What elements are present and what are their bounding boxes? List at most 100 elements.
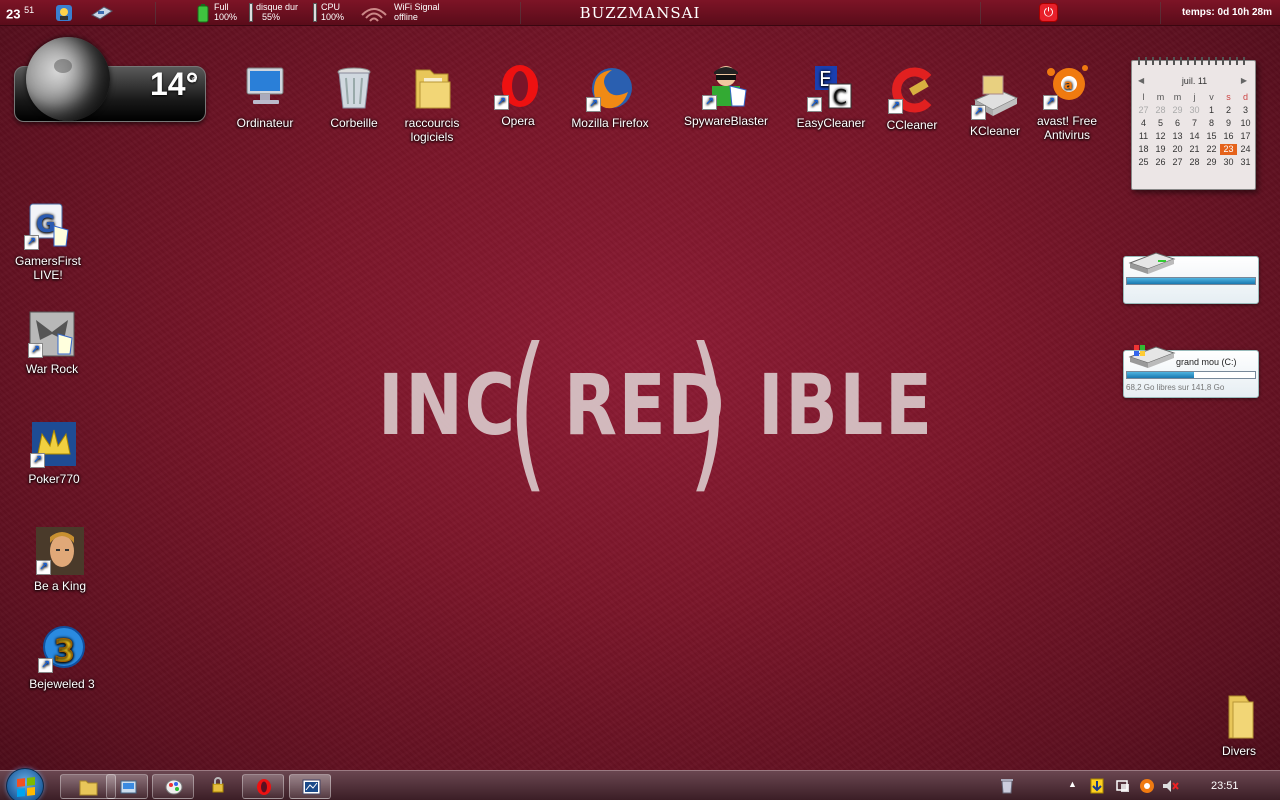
- avast-tray-icon[interactable]: [1139, 778, 1155, 797]
- calendar-day[interactable]: 27: [1135, 105, 1152, 116]
- calendar-day[interactable]: 29: [1169, 105, 1186, 116]
- calendar-weekday: d: [1242, 92, 1248, 102]
- shortcut-arrow-icon: ↗: [38, 658, 53, 673]
- drive-gadget-c[interactable]: grand mou (C:) 68,2 Go libres sur 141,8 …: [1123, 345, 1259, 398]
- calendar-weekday: s: [1226, 92, 1231, 102]
- recycle-bin-tray-icon[interactable]: [1000, 778, 1014, 797]
- desktop-icon-war-rock[interactable]: ↗ War Rock: [7, 310, 97, 376]
- shortcut-arrow-icon: ↗: [702, 95, 717, 110]
- calendar-day[interactable]: 28: [1186, 157, 1203, 168]
- calendar-day[interactable]: 10: [1237, 118, 1254, 129]
- drive-usage-fill: [1127, 278, 1255, 284]
- calendar-day[interactable]: 21: [1186, 144, 1203, 155]
- hard-drive-icon: [1128, 249, 1176, 275]
- calendar-day[interactable]: 13: [1169, 131, 1186, 142]
- calendar-day[interactable]: 31: [1237, 157, 1254, 168]
- desktop-icon-opera[interactable]: ↗ Opera: [473, 62, 563, 128]
- window-icon: [302, 778, 321, 796]
- show-hidden-icons-chevron-icon[interactable]: ▲: [1068, 779, 1077, 789]
- calendar-day[interactable]: 25: [1135, 157, 1152, 168]
- calendar-day[interactable]: 9: [1220, 118, 1237, 129]
- action-center-icon[interactable]: [1115, 778, 1131, 797]
- taskbar-paint[interactable]: [152, 774, 194, 799]
- calendar-weekday: v: [1209, 92, 1214, 102]
- calendar-day[interactable]: 4: [1135, 118, 1152, 129]
- calendar-day[interactable]: 7: [1186, 118, 1203, 129]
- calendar-next-icon[interactable]: ▶: [1241, 76, 1247, 85]
- shortcut-arrow-icon: ↗: [1043, 95, 1058, 110]
- calendar-grid: l m m j v s d 27 28 29 30 1 2 3 4 5 6 7 8 9 10 11 12 13 14 15 16 17…: [1135, 92, 1254, 168]
- drive-usage-track: [1126, 371, 1256, 379]
- volume-muted-icon[interactable]: [1162, 778, 1180, 797]
- taskbar-clock[interactable]: 23:51: [1211, 780, 1239, 792]
- desktop-icon-firefox[interactable]: ↗ Mozilla Firefox: [565, 64, 655, 130]
- taskbar-control-panel[interactable]: [106, 774, 148, 799]
- calendar-day[interactable]: 12: [1152, 131, 1169, 142]
- shortcut-arrow-icon: ↗: [494, 95, 509, 110]
- firefox-icon: ↗: [586, 64, 634, 112]
- calendar-day[interactable]: 20: [1169, 144, 1186, 155]
- start-button[interactable]: [6, 768, 44, 800]
- calendar-day[interactable]: 29: [1203, 157, 1220, 168]
- calendar-day[interactable]: 2: [1220, 105, 1237, 116]
- desktop-icon-ordinateur[interactable]: Ordinateur: [220, 64, 310, 130]
- svg-text:G: G: [36, 210, 56, 238]
- temperature-unit: c: [192, 74, 197, 84]
- calendar-day[interactable]: 27: [1169, 157, 1186, 168]
- calendar-day[interactable]: 19: [1152, 144, 1169, 155]
- calendar-day[interactable]: 14: [1186, 131, 1203, 142]
- calendar-day[interactable]: 28: [1152, 105, 1169, 116]
- drive-usage-fill: [1127, 372, 1194, 378]
- calendar-day[interactable]: 15: [1203, 131, 1220, 142]
- calendar-gadget[interactable]: ◀ juil. 11 ▶ l m m j v s d 27 28 29 30 1 2 3 4 5 6 7 8 9 10 1…: [1131, 57, 1256, 190]
- calendar-day[interactable]: 30: [1186, 105, 1203, 116]
- war-rock-icon: ↗: [28, 310, 76, 358]
- desktop-icon-divers[interactable]: Divers: [1194, 692, 1280, 758]
- drive-usage-track: [1126, 277, 1256, 285]
- paint-icon: [165, 778, 184, 796]
- desktop-icon-bejeweled-3[interactable]: 3 ↗ Bejeweled 3: [17, 625, 107, 691]
- download-tray-icon[interactable]: [1090, 778, 1104, 797]
- kcleaner-icon: ↗: [971, 72, 1019, 120]
- calendar-day[interactable]: 17: [1237, 131, 1254, 142]
- desktop-icon-gamersfirst[interactable]: G ↗ GamersFirst LIVE!: [3, 202, 93, 282]
- calendar-day[interactable]: 30: [1220, 157, 1237, 168]
- shortcut-arrow-icon: ↗: [586, 97, 601, 112]
- topbar-title: BUZZMANSAI: [579, 4, 701, 22]
- taskbar-opera[interactable]: [242, 774, 284, 799]
- desktop-icon-poker770[interactable]: ↗ Poker770: [9, 420, 99, 486]
- shortcut-arrow-icon: ↗: [28, 343, 43, 358]
- incredible-logo: INC ( RED ) IBLE: [378, 312, 934, 510]
- calendar-day[interactable]: 22: [1203, 144, 1220, 155]
- calendar-day[interactable]: 11: [1135, 131, 1152, 142]
- calendar-day[interactable]: 26: [1152, 157, 1169, 168]
- poker770-icon: ↗: [30, 420, 78, 468]
- keepass-lock-icon[interactable]: [212, 777, 224, 796]
- explorer-folder-icon: [79, 778, 98, 796]
- desktop-icon-spywareblaster[interactable]: ↗ SpywareBlaster: [681, 62, 771, 128]
- desktop-icon-corbeille[interactable]: Corbeille: [309, 64, 399, 130]
- calendar-day[interactable]: 24: [1237, 144, 1254, 155]
- desktop-icon-easycleaner[interactable]: EC ↗ EasyCleaner: [786, 64, 876, 130]
- calendar-day[interactable]: 18: [1135, 144, 1152, 155]
- spywareblaster-icon: ↗: [702, 62, 750, 110]
- calendar-day[interactable]: 3: [1237, 105, 1254, 116]
- power-icon[interactable]: ⏻: [1039, 3, 1058, 22]
- desktop-icon-avast[interactable]: a ↗ avast! Free Antivirus: [1022, 62, 1112, 142]
- desktop-icon-ccleaner[interactable]: ↗ CCleaner: [867, 66, 957, 132]
- calendar-weekday: j: [1193, 92, 1196, 102]
- desktop-icon-raccourcis-logiciels[interactable]: raccourcis logiciels: [387, 64, 477, 144]
- opera-icon: ↗: [494, 62, 542, 110]
- uptime-readout: temps: 0d 10h 28m: [1181, 7, 1272, 18]
- calendar-day[interactable]: 6: [1169, 118, 1186, 129]
- drive-gadget-1[interactable]: [1123, 252, 1259, 304]
- calendar-day[interactable]: 1: [1203, 105, 1220, 116]
- calendar-day[interactable]: 5: [1152, 118, 1169, 129]
- desktop-icon-be-a-king[interactable]: ↗ Be a King: [15, 527, 105, 593]
- temperature: 14°: [150, 66, 199, 102]
- calendar-weekday: m: [1173, 92, 1182, 102]
- calendar-day[interactable]: 8: [1203, 118, 1220, 129]
- calendar-today[interactable]: 23: [1220, 144, 1237, 155]
- calendar-day[interactable]: 16: [1220, 131, 1237, 142]
- taskbar-active-window[interactable]: [289, 774, 331, 799]
